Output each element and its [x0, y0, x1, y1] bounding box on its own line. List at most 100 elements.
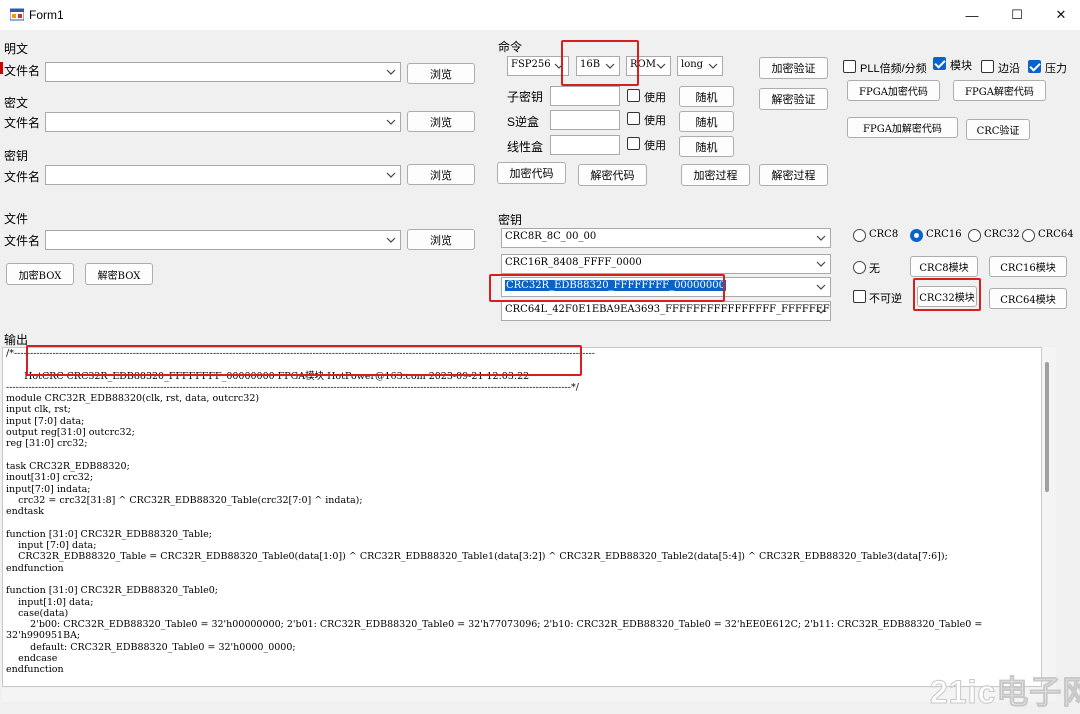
key-group-label: 密钥	[498, 213, 523, 227]
sbox-label: S逆盒	[507, 115, 540, 129]
vertical-scroll-thumb[interactable]	[1045, 362, 1049, 492]
algorithm-select[interactable]: FSP256	[507, 56, 569, 76]
command-group-label: 命令	[498, 40, 523, 54]
crc16-module-button[interactable]: CRC16模块	[989, 256, 1067, 277]
encrypt-verify-button[interactable]: 加密验证	[759, 57, 828, 79]
chevron-down-icon	[816, 308, 826, 314]
decrypt-box-button[interactable]: 解密BOX	[85, 263, 153, 285]
crc8-module-button[interactable]: CRC8模块	[910, 256, 978, 277]
keyfile-file-label: 文件名	[4, 170, 41, 184]
pll-label: PLL倍频/分频	[860, 63, 927, 75]
subkey-random-button[interactable]: 随机	[679, 86, 734, 107]
crc64-key-value: CRC64L_42F0E1EBA9EA3693_FFFFFFFFFFFFFFFF…	[505, 304, 830, 315]
crc32-radio-label: CRC32	[984, 229, 1020, 240]
crc32-radio[interactable]	[968, 229, 981, 242]
chevron-down-icon	[816, 261, 826, 267]
fpga-encrypt-button[interactable]: FPGA加密代码	[847, 80, 940, 101]
decrypt-verify-button[interactable]: 解密验证	[759, 88, 828, 110]
ciphertext-browse-button[interactable]: 浏览	[407, 111, 475, 132]
horizontal-scrollbar[interactable]	[2, 688, 1056, 702]
crc8-radio[interactable]	[853, 229, 866, 242]
irreversible-label: 不可逆	[869, 293, 902, 305]
none-radio-label: 无	[869, 263, 880, 275]
chevron-down-icon	[816, 235, 826, 241]
crc16-radio-label: CRC16	[926, 229, 962, 240]
crc8-radio-label: CRC8	[869, 229, 899, 240]
ciphertext-file-combo[interactable]	[45, 112, 401, 132]
pressure-label: 压力	[1045, 63, 1067, 75]
keyfile-group-label: 密钥	[4, 149, 29, 163]
pressure-checkbox[interactable]	[1028, 60, 1041, 73]
chevron-down-icon	[816, 284, 826, 290]
output-textarea[interactable]: /*--------------------------------------…	[2, 347, 1042, 687]
ciphertext-group-label: 密文	[4, 96, 29, 110]
crc8-key-combo[interactable]: CRC8R_8C_00_00	[501, 228, 831, 248]
module-checkbox[interactable]	[933, 57, 946, 70]
output-code: /*--------------------------------------…	[6, 348, 983, 676]
red-marker	[0, 62, 3, 74]
crc64-module-button[interactable]: CRC64模块	[989, 288, 1067, 309]
encrypt-box-button[interactable]: 加密BOX	[6, 263, 74, 285]
sbox-use-label: 使用	[644, 115, 666, 127]
plaintext-group-label: 明文	[4, 42, 29, 56]
decrypt-process-button[interactable]: 解密过程	[759, 164, 828, 186]
fpga-decrypt-button[interactable]: FPGA解密代码	[953, 80, 1046, 101]
minimize-button[interactable]: —	[962, 5, 982, 25]
chevron-down-icon	[386, 237, 396, 243]
decrypt-code-button[interactable]: 解密代码	[578, 164, 647, 186]
encrypt-process-button[interactable]: 加密过程	[681, 164, 750, 186]
type-select[interactable]: long	[677, 56, 723, 76]
linear-use-label: 使用	[644, 140, 666, 152]
sbox-random-button[interactable]: 随机	[679, 111, 734, 132]
close-button[interactable]: ✕	[1051, 5, 1071, 25]
crc8-key-value: CRC8R_8C_00_00	[505, 231, 597, 242]
chevron-down-icon	[386, 172, 396, 178]
subkey-use-checkbox[interactable]	[627, 89, 640, 102]
crc-verify-button[interactable]: CRC验证	[966, 119, 1030, 140]
keyfile-browse-button[interactable]: 浏览	[407, 164, 475, 185]
plaintext-browse-button[interactable]: 浏览	[407, 63, 475, 84]
linear-box-input[interactable]	[550, 135, 620, 155]
pll-checkbox[interactable]	[843, 60, 856, 73]
app-icon	[10, 8, 24, 21]
sbox-use-checkbox[interactable]	[627, 112, 640, 125]
fpga-encdec-button[interactable]: FPGA加解密代码	[847, 117, 958, 138]
crc64-radio-label: CRC64	[1038, 229, 1074, 240]
linear-use-checkbox[interactable]	[627, 137, 640, 150]
ciphertext-file-label: 文件名	[4, 116, 41, 130]
highlight-box-crc32-key	[489, 274, 725, 302]
edge-checkbox[interactable]	[981, 60, 994, 73]
boxfile-browse-button[interactable]: 浏览	[407, 229, 475, 250]
none-radio[interactable]	[853, 261, 866, 274]
plaintext-file-combo[interactable]	[45, 62, 401, 82]
module-label: 模块	[950, 60, 972, 72]
chevron-down-icon	[386, 69, 396, 75]
keyfile-file-combo[interactable]	[45, 165, 401, 185]
algorithm-value: FSP256	[511, 59, 551, 70]
highlight-box-crc32-module	[913, 278, 981, 311]
subkey-input[interactable]	[550, 86, 620, 106]
boxfile-file-combo[interactable]	[45, 230, 401, 250]
subkey-label: 子密钥	[507, 90, 544, 104]
crc64-radio[interactable]	[1022, 229, 1035, 242]
chevron-down-icon	[656, 63, 666, 69]
crc16-radio[interactable]	[910, 229, 923, 242]
linear-random-button[interactable]: 随机	[679, 136, 734, 157]
chevron-down-icon	[708, 63, 718, 69]
crc16-key-value: CRC16R_8408_FFFF_0000	[505, 257, 642, 268]
boxfile-file-label: 文件名	[4, 234, 41, 248]
irreversible-checkbox[interactable]	[853, 290, 866, 303]
subkey-use-label: 使用	[644, 92, 666, 104]
sbox-input[interactable]	[550, 110, 620, 130]
window-title: Form1	[29, 8, 64, 22]
chevron-down-icon	[386, 119, 396, 125]
title-bar: Form1 — ☐ ✕	[0, 0, 1080, 30]
crc64-key-combo[interactable]: CRC64L_42F0E1EBA9EA3693_FFFFFFFFFFFFFFFF…	[501, 301, 831, 321]
maximize-button[interactable]: ☐	[1007, 5, 1027, 25]
type-value: long	[681, 59, 704, 70]
watermark: 21ic电子网	[929, 674, 1080, 711]
encrypt-code-button[interactable]: 加密代码	[497, 162, 566, 184]
crc16-key-combo[interactable]: CRC16R_8408_FFFF_0000	[501, 254, 831, 274]
edge-label: 边沿	[998, 63, 1020, 75]
boxfile-group-label: 文件	[4, 212, 29, 226]
